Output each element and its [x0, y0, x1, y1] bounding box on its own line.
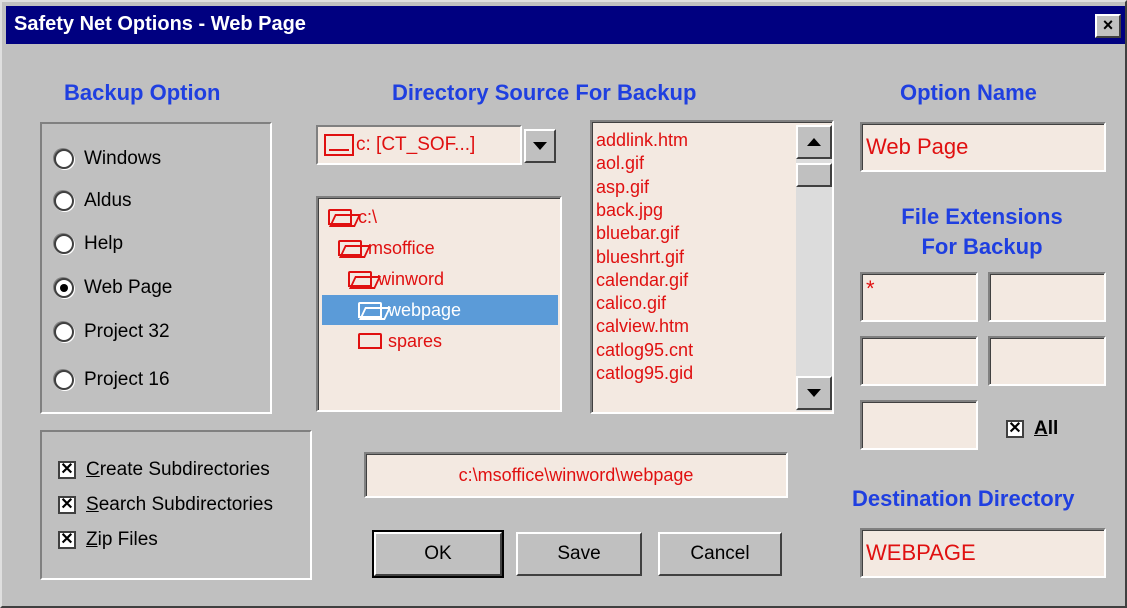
extension-field-4[interactable]: [988, 336, 1106, 386]
radio-label: Help: [84, 233, 124, 254]
radio-button[interactable]: [54, 149, 74, 169]
close-button[interactable]: ×: [1095, 14, 1121, 38]
drive-icon: [324, 134, 354, 156]
cancel-button-label: Cancel: [690, 543, 750, 564]
destination-value: WEBPAGE: [866, 540, 976, 565]
backup-option-heading: Backup Option: [64, 80, 221, 105]
ok-button[interactable]: OK: [372, 530, 504, 578]
radio-label: Project 32: [84, 321, 170, 342]
destination-directory-heading: Destination Directory: [852, 486, 1075, 511]
directory-source-heading: Directory Source For Backup: [392, 80, 697, 105]
checkbox-label: Zip Files: [86, 529, 158, 550]
chevron-down-icon: [533, 142, 547, 150]
radio-button[interactable]: [54, 322, 74, 342]
file-list-item[interactable]: catlog95.gid: [596, 363, 693, 386]
backup-option-radio[interactable]: Web Page: [54, 274, 172, 302]
all-checkbox-label: All: [1034, 418, 1059, 439]
dialog-window: Safety Net Options - Web Page × Backup O…: [0, 0, 1127, 608]
arrow-up-icon: [807, 138, 821, 146]
drive-value: c: [CT_SOF...]: [356, 134, 476, 155]
radio-label: Windows: [84, 148, 162, 169]
window-title: Safety Net Options - Web Page: [14, 13, 306, 35]
tree-item-label: webpage: [388, 299, 462, 320]
radio-button[interactable]: [54, 234, 74, 254]
option-checkbox[interactable]: ✕ Zip Files: [58, 527, 158, 553]
tree-item[interactable]: winword: [322, 264, 558, 294]
file-list-item[interactable]: bluebar.gif: [596, 223, 679, 246]
folder-icon: [358, 333, 382, 349]
option-name-value: Web Page: [866, 134, 969, 159]
file-list-item[interactable]: calendar.gif: [596, 270, 688, 293]
radio-label: Aldus: [84, 190, 132, 211]
radio-label: Project 16: [84, 369, 170, 390]
file-list-item[interactable]: aol.gif: [596, 153, 644, 176]
scroll-down-button[interactable]: [796, 376, 832, 410]
tree-item[interactable]: msoffice: [322, 233, 558, 263]
close-icon: ×: [1102, 15, 1114, 35]
option-checkbox[interactable]: ✕ Search Subdirectories: [58, 492, 273, 518]
tree-item[interactable]: c:\: [322, 202, 558, 232]
radio-button[interactable]: [54, 278, 74, 298]
option-checkbox[interactable]: ✕ Create Subdirectories: [58, 457, 270, 483]
folder-open-icon: [338, 240, 362, 256]
radio-label: Web Page: [84, 277, 173, 298]
extension-field-5[interactable]: [860, 400, 978, 450]
tree-item-label: c:\: [358, 206, 378, 227]
tree-item[interactable]: webpage: [322, 295, 558, 325]
checkbox-box[interactable]: ✕: [58, 461, 76, 479]
tree-item[interactable]: spares: [322, 326, 558, 356]
checkbox-label: Create Subdirectories: [86, 459, 270, 480]
extension-field-3[interactable]: [860, 336, 978, 386]
extension-field-2[interactable]: [988, 272, 1106, 322]
file-list-item[interactable]: asp.gif: [596, 177, 649, 200]
ok-button-label: OK: [424, 543, 452, 564]
file-list-item[interactable]: catlog95.cnt: [596, 340, 693, 363]
option-name-heading: Option Name: [900, 80, 1037, 105]
extension-field-1[interactable]: *: [860, 272, 978, 322]
checkbox-label: Search Subdirectories: [86, 494, 273, 515]
tree-item-label: msoffice: [368, 237, 435, 258]
file-list-item[interactable]: calview.htm: [596, 316, 689, 339]
file-list-item[interactable]: addlink.htm: [596, 130, 688, 153]
current-path-display: c:\msoffice\winword\webpage: [364, 452, 788, 498]
destination-directory-input[interactable]: WEBPAGE: [860, 528, 1106, 578]
current-path-text: c:\msoffice\winword\webpage: [458, 464, 694, 485]
save-button-label: Save: [557, 543, 601, 564]
file-list-item[interactable]: calico.gif: [596, 293, 666, 316]
drive-combobox[interactable]: c: [CT_SOF...]: [316, 125, 560, 165]
extension-value-1: *: [866, 276, 875, 301]
backup-option-radio[interactable]: Aldus: [54, 187, 132, 215]
backup-option-radio[interactable]: Windows: [54, 145, 161, 173]
radio-button[interactable]: [54, 191, 74, 211]
option-name-input[interactable]: Web Page: [860, 122, 1106, 172]
drive-dropdown-button[interactable]: [524, 129, 556, 163]
tree-item-label: winword: [378, 268, 445, 289]
cancel-button[interactable]: Cancel: [658, 532, 782, 576]
scroll-thumb[interactable]: [796, 163, 832, 187]
checkbox-box[interactable]: ✕: [58, 496, 76, 514]
backup-option-radio[interactable]: Project 32: [54, 318, 170, 346]
folder-open-icon: [358, 302, 382, 318]
backup-option-radio[interactable]: Help: [54, 230, 123, 258]
folder-open-icon: [348, 271, 372, 287]
radio-button[interactable]: [54, 370, 74, 390]
title-bar[interactable]: Safety Net Options - Web Page ×: [6, 6, 1125, 44]
file-list-item[interactable]: blueshrt.gif: [596, 247, 684, 270]
drive-field[interactable]: c: [CT_SOF...]: [316, 125, 522, 165]
checkbox-box[interactable]: ✕: [58, 531, 76, 549]
backup-option-radio[interactable]: Project 16: [54, 366, 170, 394]
all-extensions-checkbox[interactable]: ✕ All: [1006, 416, 1058, 442]
arrow-down-icon: [807, 389, 821, 397]
all-checkbox-box[interactable]: ✕: [1006, 420, 1024, 438]
file-extensions-heading-line2: For Backup: [921, 234, 1043, 259]
folder-open-icon: [328, 209, 352, 225]
file-extensions-heading-line1: File Extensions: [901, 204, 1063, 229]
file-list-item[interactable]: back.jpg: [596, 200, 663, 223]
scroll-up-button[interactable]: [796, 125, 832, 159]
save-button[interactable]: Save: [516, 532, 642, 576]
tree-item-label: spares: [388, 330, 443, 351]
